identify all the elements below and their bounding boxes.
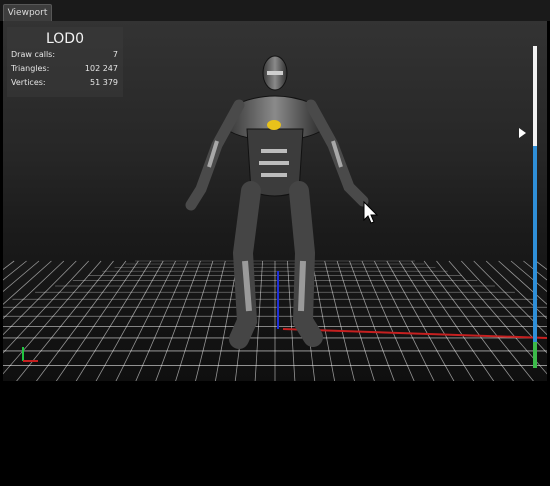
lod-title: LOD0 bbox=[45, 31, 84, 47]
lod-distance-slider[interactable] bbox=[533, 46, 537, 368]
stat-row-vertices: Vertices: 51 379 bbox=[7, 76, 123, 90]
render-stats-panel: LOD0 Draw calls: 7 Triangles: 102 247 Ve… bbox=[7, 27, 123, 97]
lod-marker-icon[interactable] bbox=[519, 128, 526, 138]
stat-row-triangles: Triangles: 102 247 bbox=[7, 62, 123, 76]
lod-bar-segment-lod2 bbox=[533, 342, 537, 368]
stat-value: 7 bbox=[112, 50, 118, 59]
stat-value: 102 247 bbox=[84, 64, 118, 73]
tab-bar: Viewport bbox=[0, 0, 550, 21]
tab-viewport[interactable]: Viewport bbox=[3, 4, 52, 21]
stat-label: Vertices: bbox=[11, 78, 46, 87]
lod-bar-segment-lod1 bbox=[533, 145, 537, 343]
stat-value: 51 379 bbox=[90, 78, 118, 87]
lod-bar-segment-lod0 bbox=[533, 46, 537, 146]
stat-row-draw-calls: Draw calls: 7 bbox=[7, 48, 123, 62]
axis-gizmo-icon bbox=[22, 347, 38, 362]
stat-label: Triangles: bbox=[11, 64, 50, 73]
viewport[interactable]: LOD0 Draw calls: 7 Triangles: 102 247 Ve… bbox=[3, 21, 547, 381]
mouse-cursor-icon bbox=[363, 200, 379, 224]
floor-grid bbox=[3, 260, 547, 381]
stat-label: Draw calls: bbox=[11, 50, 56, 59]
